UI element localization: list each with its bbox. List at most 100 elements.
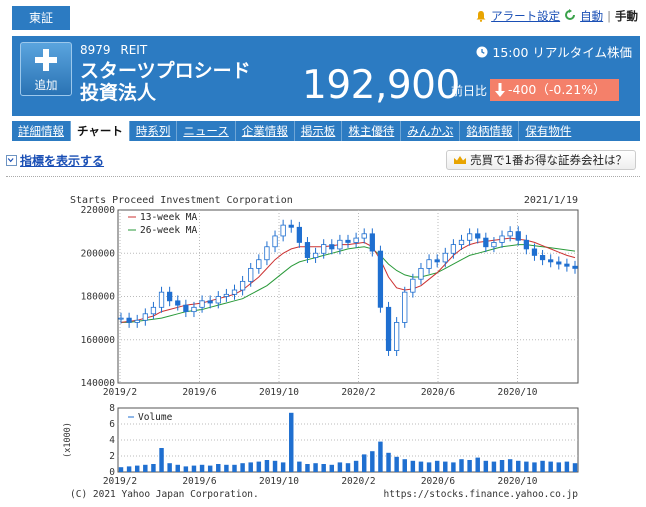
tab-history[interactable]: 時系列 xyxy=(130,121,178,141)
volume-bar xyxy=(467,460,472,472)
stock-name: スターツプロシード投資法人 xyxy=(80,60,251,104)
candle-body xyxy=(410,278,416,293)
candle-body xyxy=(231,289,238,295)
candle-body xyxy=(280,224,286,237)
candle-body xyxy=(515,231,521,241)
tab-stock-info[interactable]: 銘柄情報 xyxy=(460,121,520,141)
candle-body xyxy=(491,242,497,248)
candle-body xyxy=(458,239,465,246)
tab-news[interactable]: ニュース xyxy=(177,121,236,141)
volume-bar xyxy=(191,465,197,472)
stock-code: 8979 xyxy=(80,43,111,57)
broker-compare-button[interactable]: 売買で1番お得な証券会社は？ xyxy=(446,150,636,170)
refresh-icon xyxy=(564,8,576,24)
volume-bar xyxy=(370,451,375,472)
volume-bar xyxy=(199,464,205,472)
candle-body xyxy=(191,306,197,313)
volume-bar xyxy=(224,464,229,472)
candle-body xyxy=(329,244,335,250)
volume-bar xyxy=(167,463,172,472)
volume-bar xyxy=(297,461,302,472)
divider xyxy=(6,176,640,177)
volume-bar xyxy=(507,459,513,472)
show-indicators-link[interactable]: 指標を表示する xyxy=(6,152,104,169)
chevron-down-icon xyxy=(6,155,17,166)
auto-refresh-link[interactable]: 自動 xyxy=(580,8,603,24)
candle-body xyxy=(377,250,384,308)
tab-chart[interactable]: チャート xyxy=(71,121,130,141)
candle-body xyxy=(272,235,278,248)
volume-bar xyxy=(280,462,286,472)
volume-bar xyxy=(118,467,124,472)
show-indicators-label: 指標を表示する xyxy=(20,154,105,168)
candle-body xyxy=(361,233,367,239)
candle-body xyxy=(385,306,392,351)
candle-body xyxy=(499,235,505,243)
legend-ma26: 26-week MA xyxy=(140,225,197,236)
candle-body xyxy=(507,231,513,237)
volume-bar xyxy=(394,456,399,472)
tab-company[interactable]: 企業情報 xyxy=(236,121,295,141)
candle-body xyxy=(426,259,432,269)
volume-unit: (x1000) xyxy=(63,422,73,458)
x-tick-label: 2019/6 xyxy=(182,476,217,487)
candle-body xyxy=(466,233,473,241)
candle-body xyxy=(345,239,351,243)
stock-header: 追加 8979 REIT スターツプロシード投資法人 15:00 リアルタイム株… xyxy=(12,36,640,116)
x-tick-label: 2019/6 xyxy=(182,387,217,398)
candle-body xyxy=(483,237,489,248)
down-arrow-icon xyxy=(495,83,505,97)
volume-tick-label: 6 xyxy=(109,419,115,430)
stock-tabs: 詳細情報 チャート 時系列 ニュース 企業情報 掲示板 株主優待 みんかぶ 銘柄… xyxy=(12,121,640,141)
tab-details[interactable]: 詳細情報 xyxy=(12,121,71,141)
candle-body xyxy=(475,233,481,239)
candle-body xyxy=(531,248,538,256)
tab-board[interactable]: 掲示板 xyxy=(295,121,343,141)
candle-body xyxy=(150,306,157,315)
x-tick-label: 2019/2 xyxy=(103,476,137,487)
candle-body xyxy=(556,261,562,265)
add-to-portfolio-button[interactable]: 追加 xyxy=(20,42,72,96)
tab-benefits[interactable]: 株主優待 xyxy=(342,121,402,141)
alert-settings-link[interactable]: アラート設定 xyxy=(491,8,560,24)
stock-chart: Starts Proceed Investment Corporation 20… xyxy=(60,188,590,503)
volume-bar xyxy=(443,461,448,472)
y-tick-label: 220000 xyxy=(81,205,116,216)
volume-bar xyxy=(289,412,294,472)
candle-body xyxy=(239,280,246,291)
manual-refresh-label[interactable]: 手動 xyxy=(615,8,638,24)
volume-bar xyxy=(183,466,189,472)
price-change-badge: -400（-0.21%） xyxy=(490,79,619,101)
crown-icon xyxy=(454,156,467,164)
candle-body xyxy=(369,233,375,252)
volume-bar xyxy=(272,460,278,472)
candle-body xyxy=(442,252,448,263)
tab-properties[interactable]: 保有物件 xyxy=(519,121,577,141)
bell-icon xyxy=(475,10,487,22)
candle-body xyxy=(402,291,408,323)
volume-bar xyxy=(151,464,156,472)
time-label: 15:00 リアルタイム株価 xyxy=(492,45,632,60)
volume-bar xyxy=(329,464,335,472)
volume-bar xyxy=(548,461,553,472)
volume-tick-label: 2 xyxy=(109,451,115,462)
broker-compare-label: 売買で1番お得な証券会社は？ xyxy=(470,153,627,167)
candle-body xyxy=(264,246,270,261)
x-tick-label: 2020/6 xyxy=(421,476,456,487)
candle-body xyxy=(353,237,359,243)
volume-bar xyxy=(159,448,164,472)
volume-bar xyxy=(264,460,270,472)
volume-bar xyxy=(256,461,262,472)
volume-bar xyxy=(345,463,351,472)
x-tick-label: 2019/10 xyxy=(259,476,299,487)
volume-bar xyxy=(459,459,464,472)
volume-bar xyxy=(410,460,416,472)
candle-body xyxy=(256,259,262,269)
volume-bar xyxy=(240,463,245,472)
chart-svg: Starts Proceed Investment Corporation 20… xyxy=(63,195,579,500)
volume-bar xyxy=(386,452,391,472)
current-price: 192,900 xyxy=(302,63,460,108)
volume-axis: 8 6 4 2 0 xyxy=(109,403,115,478)
tab-minkabu[interactable]: みんかぶ xyxy=(401,121,461,141)
x-tick-label: 2020/2 xyxy=(341,387,375,398)
